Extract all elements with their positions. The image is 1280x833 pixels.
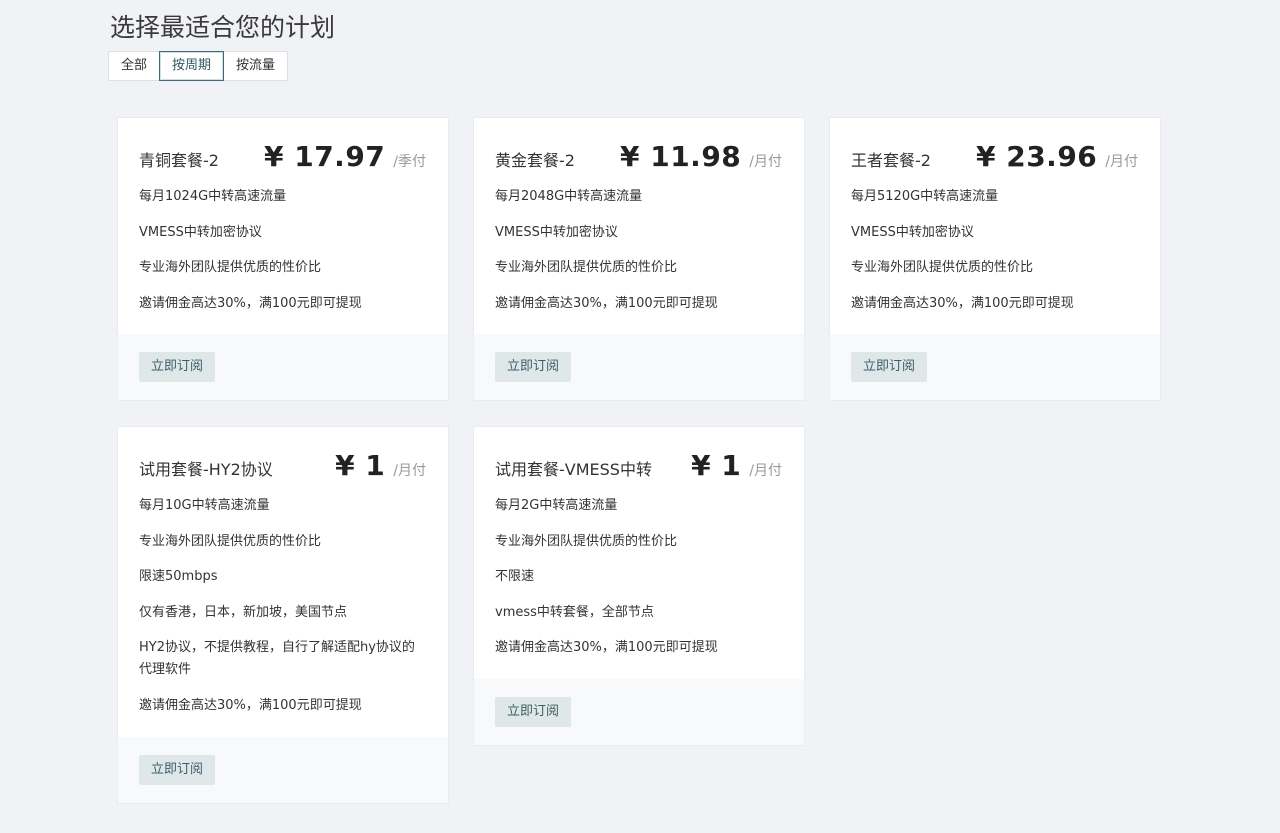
- filter-by-traffic-button[interactable]: 按流量: [223, 51, 289, 81]
- plan-name: 试用套餐-HY2协议: [139, 460, 273, 479]
- feature-item: 每月5120G中转高速流量: [851, 189, 999, 204]
- plan-filter-group: 全部 按周期 按流量: [108, 51, 289, 81]
- feature-item: 邀请佣金高达30%，满100元即可提现: [139, 295, 362, 311]
- plan-period: /月付: [749, 463, 782, 479]
- feature-item: 每月2048G中转高速流量: [495, 189, 643, 204]
- feature-item: 专业海外团队提供优质的性价比: [139, 260, 322, 276]
- feature-item: 每月10G中转高速流量: [139, 498, 270, 513]
- feature-item: 专业海外团队提供优质的性价比: [495, 260, 678, 276]
- subscribe-button[interactable]: 立即订阅: [139, 754, 216, 785]
- feature-item: 邀请佣金高达30%，满100元即可提现: [495, 295, 718, 311]
- filter-by-period-button[interactable]: 按周期: [159, 51, 225, 81]
- feature-item: VMESS中转加密协议: [495, 224, 618, 240]
- plan-name: 王者套餐-2: [851, 151, 931, 170]
- feature-item: VMESS中转加密协议: [139, 224, 262, 240]
- feature-item: 邀请佣金高达30%，满100元即可提现: [139, 697, 362, 713]
- feature-item: 专业海外团队提供优质的性价比: [851, 260, 1034, 276]
- subscribe-button[interactable]: 立即订阅: [495, 352, 572, 383]
- plan-card: 青铜套餐-2 ¥ 17.97 /季付 每月1024G中转高速流量 VMESS中转…: [117, 117, 449, 402]
- feature-item: 专业海外团队提供优质的性价比: [495, 533, 678, 549]
- feature-item: 每月1024G中转高速流量: [139, 189, 287, 204]
- plan-price: ¥ 1: [691, 449, 742, 482]
- feature-item: 仅有香港，日本，新加坡，美国节点: [139, 604, 348, 620]
- filter-all-button[interactable]: 全部: [108, 51, 161, 81]
- plan-card: 试用套餐-VMESS中转 ¥ 1 /月付 每月2G中转高速流量 专业海外团队提供…: [473, 426, 805, 746]
- feature-item: VMESS中转加密协议: [851, 224, 974, 240]
- plan-period: /月付: [1105, 154, 1138, 170]
- feature-item: 不限速: [495, 569, 535, 585]
- feature-item: 邀请佣金高达30%，满100元即可提现: [851, 295, 1074, 311]
- feature-list: 每月10G中转高速流量 专业海外团队提供优质的性价比 限速50mbps 仅有香港…: [118, 495, 448, 737]
- plan-price: ¥ 1: [335, 449, 386, 482]
- plan-card: 试用套餐-HY2协议 ¥ 1 /月付 每月10G中转高速流量 专业海外团队提供优…: [117, 426, 449, 804]
- feature-item: 限速50mbps: [139, 569, 218, 585]
- feature-item: 每月2G中转高速流量: [495, 498, 618, 513]
- feature-list: 每月2G中转高速流量 专业海外团队提供优质的性价比 不限速 vmess中转套餐，…: [474, 495, 804, 679]
- plan-period: /月付: [393, 463, 426, 479]
- plan-price: ¥ 17.97: [263, 140, 386, 173]
- feature-item: 邀请佣金高达30%，满100元即可提现: [495, 640, 718, 656]
- plan-card: 黄金套餐-2 ¥ 11.98 /月付 每月2048G中转高速流量 VMESS中转…: [473, 117, 805, 402]
- page-title: 选择最适合您的计划: [110, 13, 336, 42]
- feature-list: 每月2048G中转高速流量 VMESS中转加密协议 专业海外团队提供优质的性价比…: [474, 186, 804, 334]
- plan-period: /月付: [749, 154, 782, 170]
- plan-price: ¥ 11.98: [619, 140, 742, 173]
- feature-list: 每月1024G中转高速流量 VMESS中转加密协议 专业海外团队提供优质的性价比…: [118, 186, 448, 334]
- feature-list: 每月5120G中转高速流量 VMESS中转加密协议 专业海外团队提供优质的性价比…: [830, 186, 1160, 334]
- plan-period: /季付: [393, 154, 426, 170]
- subscribe-button[interactable]: 立即订阅: [851, 352, 928, 383]
- subscribe-button[interactable]: 立即订阅: [495, 696, 572, 727]
- plan-name: 青铜套餐-2: [139, 151, 219, 170]
- plan-name: 黄金套餐-2: [495, 151, 575, 170]
- feature-item: HY2协议，不提供教程，自行了解适配hy协议的代理软件: [139, 640, 415, 678]
- feature-item: 专业海外团队提供优质的性价比: [139, 533, 322, 549]
- plan-price: ¥ 23.96: [975, 140, 1098, 173]
- plan-name: 试用套餐-VMESS中转: [495, 460, 652, 479]
- plan-card: 王者套餐-2 ¥ 23.96 /月付 每月5120G中转高速流量 VMESS中转…: [829, 117, 1161, 402]
- feature-item: vmess中转套餐，全部节点: [495, 604, 654, 620]
- subscribe-button[interactable]: 立即订阅: [139, 352, 216, 383]
